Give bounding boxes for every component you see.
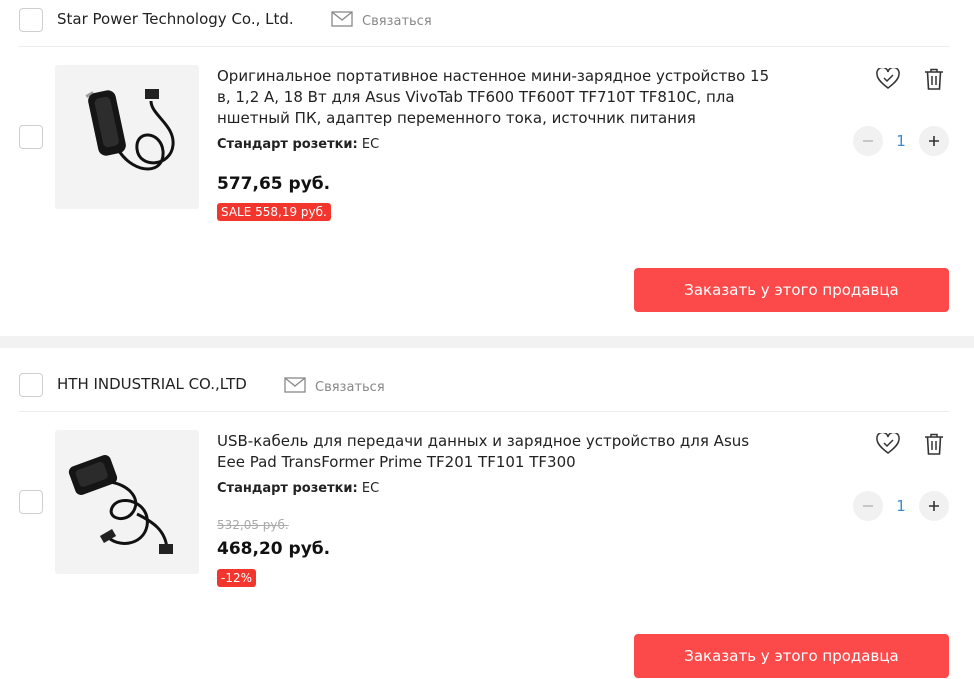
seller-checkbox[interactable]: [19, 8, 43, 32]
minus-icon[interactable]: [853, 491, 883, 521]
spec-label: Стандарт розетки:: [217, 481, 358, 496]
quantity-stepper: 1: [853, 491, 949, 521]
discount-badge: -12%: [217, 569, 257, 587]
order-from-seller-button[interactable]: Заказать у этого продавца: [634, 268, 949, 312]
contact-seller-link[interactable]: Связаться: [284, 377, 385, 397]
seller-name[interactable]: Star Power Technology Co., Ltd.: [57, 10, 294, 28]
seller-block-2: HTH INDUSTRIAL CO.,LTD Связаться USB-каб…: [0, 348, 974, 679]
mail-icon: [331, 11, 353, 31]
seller-block-1: Star Power Technology Co., Ltd. Связатьс…: [0, 0, 974, 336]
product-price: 577,65 руб.: [217, 174, 331, 194]
spec-value: EC: [361, 481, 380, 496]
product-spec: Стандарт розетки: EC: [217, 481, 379, 496]
quantity-value[interactable]: 1: [883, 491, 919, 521]
divider: [19, 411, 949, 412]
quantity-stepper: 1: [853, 126, 949, 156]
sale-badge: SALE 558,19 руб.: [217, 203, 331, 221]
product-spec: Стандарт розетки: EC: [217, 137, 379, 152]
product-price: 468,20 руб.: [217, 539, 331, 559]
seller-checkbox[interactable]: [19, 373, 43, 397]
contact-seller-link[interactable]: Связаться: [331, 11, 432, 31]
product-title[interactable]: Оригинальное портативное настенное мини-…: [217, 66, 777, 129]
plus-icon[interactable]: [919, 126, 949, 156]
divider: [19, 46, 949, 47]
product-title[interactable]: USB-кабель для передачи данных и зарядно…: [217, 431, 777, 473]
old-price: 532,05 руб.: [217, 518, 289, 532]
trash-icon[interactable]: [920, 65, 948, 93]
item-checkbox[interactable]: [19, 125, 43, 149]
spec-value: EC: [361, 137, 380, 152]
contact-label: Связаться: [362, 13, 432, 29]
spec-label: Стандарт розетки:: [217, 137, 358, 152]
product-image[interactable]: [55, 65, 199, 209]
order-from-seller-button[interactable]: Заказать у этого продавца: [634, 634, 949, 678]
wishlist-heart-icon[interactable]: [874, 65, 902, 93]
quantity-value[interactable]: 1: [883, 126, 919, 156]
block-separator: [0, 336, 974, 348]
wishlist-heart-icon[interactable]: [874, 430, 902, 458]
plus-icon[interactable]: [919, 491, 949, 521]
mail-icon: [284, 377, 306, 397]
product-image[interactable]: [55, 430, 199, 574]
seller-name[interactable]: HTH INDUSTRIAL CO.,LTD: [57, 375, 247, 393]
minus-icon[interactable]: [853, 126, 883, 156]
trash-icon[interactable]: [920, 430, 948, 458]
contact-label: Связаться: [315, 379, 385, 395]
item-checkbox[interactable]: [19, 490, 43, 514]
